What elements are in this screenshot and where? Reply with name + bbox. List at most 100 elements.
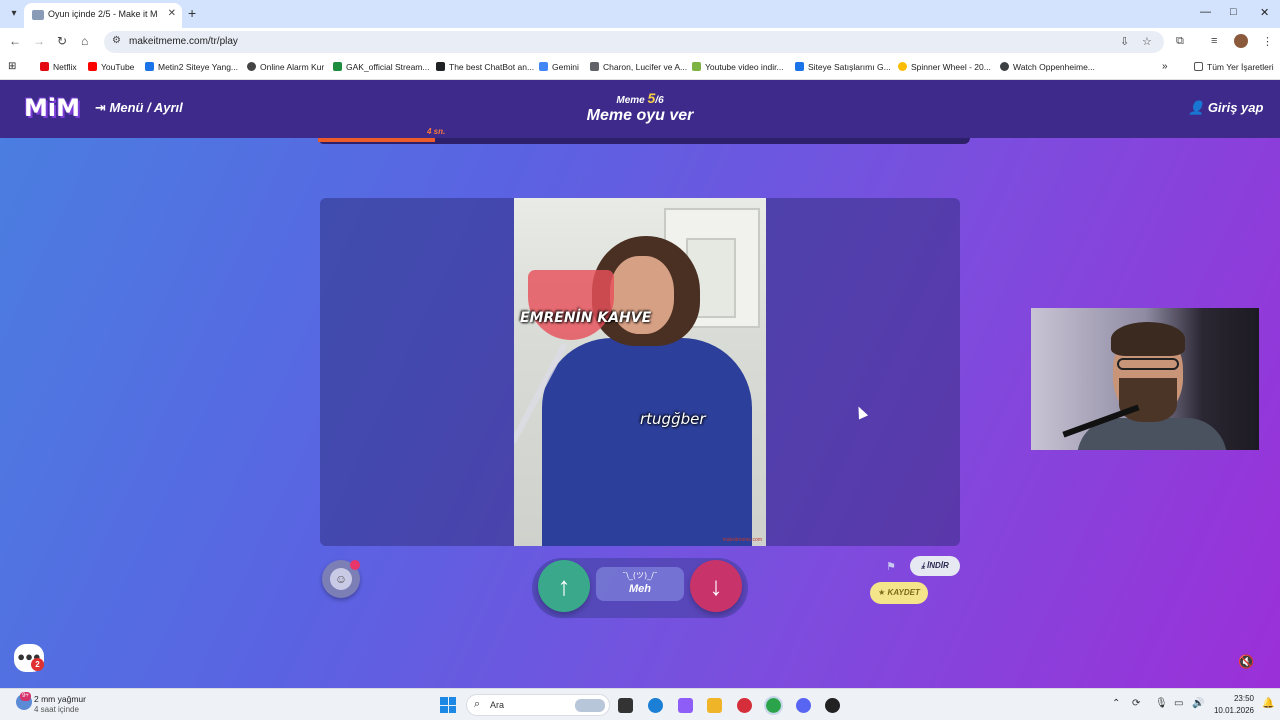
notifications-icon[interactable]: 🔔 — [1262, 698, 1274, 709]
bookmark-gemini[interactable]: Gemini — [539, 62, 579, 72]
game-logo[interactable]: MiM — [24, 94, 80, 122]
download-button[interactable]: ⤓ İNDİR — [910, 556, 960, 576]
sync-icon[interactable]: ⟳ — [1132, 698, 1140, 709]
clock-date[interactable]: 10.01.2026 — [1212, 706, 1254, 715]
site-info-icon[interactable]: ⚙ — [112, 35, 121, 46]
round-info: Meme 5/6 Meme oyu ver — [540, 90, 740, 125]
meme-image: EMRENİN KAHVE rtugğber makeitmeme.com — [514, 198, 766, 546]
browser-toolbar: ← → ↻ ⌂ ⚙ makeitmeme.com/tr/play ⇩ ☆ ⧉ ≡… — [0, 28, 1280, 56]
close-window-button[interactable]: ✕ — [1260, 6, 1269, 19]
bookmark-youtube-download[interactable]: Youtube video indir... — [692, 62, 784, 72]
obs-icon[interactable] — [825, 698, 840, 713]
downvote-button[interactable]: ↓ — [690, 560, 742, 612]
install-app-icon[interactable]: ⇩ — [1120, 35, 1129, 48]
meh-label: Meh — [629, 583, 651, 595]
volume-icon[interactable]: 🔊 — [1192, 698, 1204, 709]
phase-title: Meme oyu ver — [586, 107, 694, 124]
copilot-icon[interactable] — [678, 698, 693, 713]
tab-search-icon[interactable]: ▾ — [6, 6, 22, 22]
reload-icon[interactable]: ↻ — [57, 34, 67, 48]
upvote-button[interactable]: ↑ — [538, 560, 590, 612]
meme-caption-bottom: rtugğber — [640, 410, 706, 428]
arrow-down-icon: ↓ — [709, 571, 723, 601]
bookmarks-overflow-icon[interactable]: » — [1162, 61, 1168, 72]
media-controls-icon[interactable]: ≡ — [1211, 35, 1217, 47]
search-highlight-icon — [575, 699, 605, 712]
home-icon[interactable]: ⌂ — [81, 34, 88, 48]
bookmark-icon — [333, 62, 342, 71]
download-icon: ⤓ — [921, 561, 925, 570]
save-button[interactable]: ★ KAYDET — [870, 582, 928, 604]
file-explorer-icon[interactable] — [707, 698, 722, 713]
alarm-icon — [247, 62, 256, 71]
start-menu-icon[interactable] — [440, 697, 456, 713]
player-avatar-button[interactable]: ☺ — [322, 560, 360, 598]
gemini-icon — [539, 62, 548, 71]
bookmark-icon — [692, 62, 701, 71]
all-bookmarks-folder[interactable]: Tüm Yer İşaretleri — [1194, 62, 1274, 72]
bookmark-chatbot[interactable]: The best ChatBot an... — [436, 62, 534, 72]
weather-subtext: 4 saat içinde — [34, 705, 79, 714]
bookmark-siteye[interactable]: Siteye Satışlarımı G... — [795, 62, 891, 72]
microphone-icon[interactable]: 🎙 — [1155, 698, 1168, 709]
bookmark-icon — [795, 62, 804, 71]
bookmark-oppenheimer[interactable]: Watch Oppenheime... — [1000, 62, 1095, 72]
report-flag-icon[interactable]: ⚑ — [886, 560, 896, 573]
bookmark-star-icon[interactable]: ☆ — [1142, 35, 1152, 48]
bookmark-alarm[interactable]: Online Alarm Kur — [247, 62, 324, 72]
browser-tab[interactable]: Oyun içinde 2/5 - Make it Meme ✕ — [24, 3, 182, 28]
bookmark-spinner[interactable]: Spinner Wheel - 20... — [898, 62, 991, 72]
notification-dot — [350, 560, 360, 570]
apps-grid-icon[interactable]: ⊞ — [8, 61, 16, 72]
bookmark-netflix[interactable]: Netflix — [40, 62, 77, 72]
login-button[interactable]: 👤 Giriş yap — [1188, 100, 1263, 116]
windows-taskbar: 9+ 2 mm yağmur 4 saat içinde ⌕ Ara ⌃ ⟳ 🎙… — [0, 688, 1280, 720]
search-placeholder: Ara — [490, 700, 505, 710]
chrome-menu-icon[interactable]: ⋮ — [1262, 35, 1273, 48]
chatgpt-icon — [436, 62, 445, 71]
chrome-icon[interactable] — [764, 696, 783, 715]
menu-leave-button[interactable]: ⇥ Menü / Ayrıl — [95, 100, 183, 116]
bookmark-icon — [898, 62, 907, 71]
webcam-overlay — [1031, 308, 1259, 450]
minimize-button[interactable]: — — [1200, 6, 1211, 18]
new-tab-button[interactable]: + — [188, 5, 196, 21]
taskbar-search[interactable]: ⌕ Ara — [466, 694, 610, 716]
extensions-icon[interactable]: ⧉ — [1176, 35, 1184, 48]
tab-title: Oyun içinde 2/5 - Make it Meme — [48, 9, 158, 19]
netflix-icon — [40, 62, 49, 71]
forward-icon[interactable]: → — [33, 34, 45, 48]
discord-icon[interactable] — [796, 698, 811, 713]
meme-caption-top: EMRENİN KAHVE — [520, 310, 652, 326]
opera-icon[interactable] — [737, 698, 752, 713]
user-icon: 👤 — [1188, 100, 1205, 115]
tray-overflow-icon[interactable]: ⌃ — [1112, 698, 1120, 709]
youtube-icon — [88, 62, 97, 71]
weather-text[interactable]: 2 mm yağmur — [34, 694, 86, 704]
clock-time[interactable]: 23:50 — [1218, 694, 1254, 703]
webcam-person-beard — [1119, 378, 1177, 422]
tab-close-icon[interactable]: ✕ — [168, 8, 176, 19]
timer-label: 4 sn. — [427, 127, 446, 136]
bookmark-charon[interactable]: Charon, Lucifer ve A... — [590, 62, 687, 72]
meme-watermark: makeitmeme.com — [722, 537, 762, 543]
chat-badge: 2 — [31, 658, 44, 671]
back-icon[interactable]: ← — [9, 34, 21, 48]
bookmark-metin2[interactable]: Metin2 Siteye Yang... — [145, 62, 238, 72]
profile-avatar[interactable] — [1234, 34, 1248, 48]
address-bar[interactable]: ⚙ makeitmeme.com/tr/play — [104, 31, 1164, 53]
task-view-icon[interactable] — [618, 698, 633, 713]
bookmark-gak[interactable]: GAK_official Stream... — [333, 62, 429, 72]
game-header: MiM ⇥ Menü / Ayrıl Meme 5/6 Meme oyu ver… — [0, 80, 1280, 138]
bookmark-youtube[interactable]: YouTube — [88, 62, 134, 72]
network-icon[interactable]: ▭ — [1174, 698, 1183, 709]
star-icon: ★ — [878, 588, 886, 597]
edge-icon[interactable] — [648, 698, 663, 713]
maximize-button[interactable]: □ — [1230, 6, 1237, 18]
save-label: KAYDET — [887, 588, 920, 597]
bookmarks-bar: ⊞ Netflix YouTube Metin2 Siteye Yang... … — [0, 56, 1280, 80]
timer-bar — [318, 138, 970, 144]
mute-sound-icon[interactable]: 🔇 — [1238, 654, 1254, 670]
meh-button[interactable]: ¯\_(ツ)_/¯ Meh — [596, 567, 684, 601]
url-text[interactable]: makeitmeme.com/tr/play — [129, 36, 238, 47]
